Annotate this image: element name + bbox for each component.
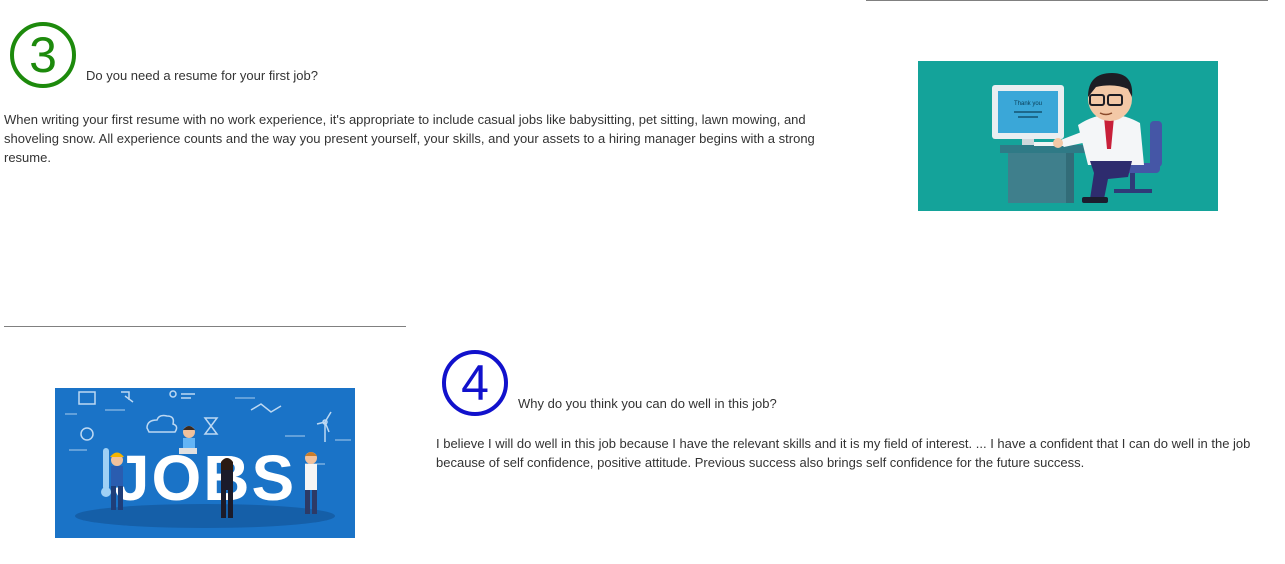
number-badge-3: 3 bbox=[10, 22, 76, 88]
faq-section-3: 3 Do you need a resume for your first jo… bbox=[4, 22, 844, 167]
divider-top bbox=[866, 0, 1268, 1]
jobs-image: JOBS bbox=[55, 388, 355, 538]
faq-heading-4: 4 Why do you think you can do well in th… bbox=[442, 350, 1276, 416]
man-at-computer-illustration: Thank you bbox=[918, 61, 1218, 211]
divider-middle bbox=[4, 326, 406, 327]
number-badge-4: 4 bbox=[442, 350, 508, 416]
question-3: Do you need a resume for your first job? bbox=[86, 68, 318, 83]
faq-section-4: 4 Why do you think you can do well in th… bbox=[436, 350, 1276, 472]
screen-text: Thank you bbox=[1014, 101, 1042, 107]
jobs-illustration: JOBS bbox=[55, 388, 355, 538]
faq-heading-3: 3 Do you need a resume for your first jo… bbox=[10, 22, 844, 88]
jobs-word: JOBS bbox=[114, 442, 296, 514]
question-4: Why do you think you can do well in this… bbox=[518, 396, 777, 411]
answer-4: I believe I will do well in this job bec… bbox=[436, 436, 1251, 470]
answer-3: When writing your first resume with no w… bbox=[4, 112, 815, 165]
man-at-computer-image: Thank you bbox=[918, 61, 1218, 211]
